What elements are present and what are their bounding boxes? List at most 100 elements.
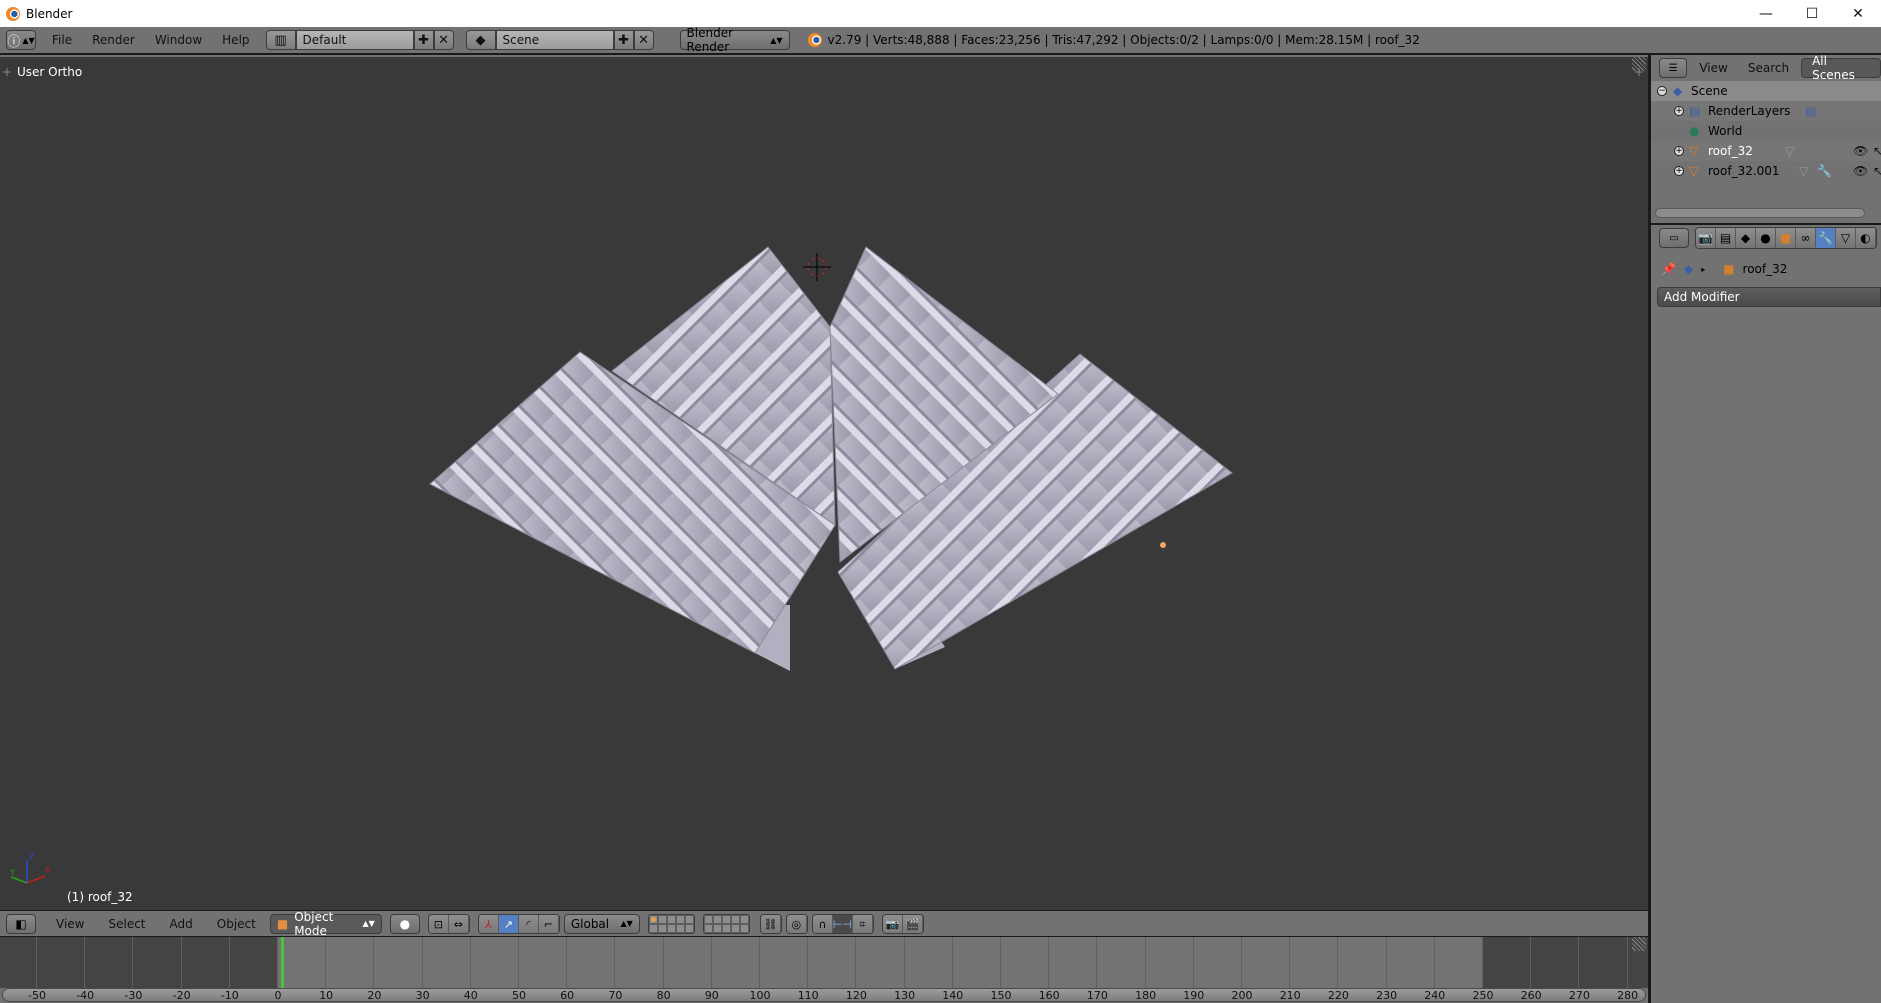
tab-scene[interactable]: ◆ — [1736, 228, 1756, 248]
outliner-item-world[interactable]: ● World — [1651, 121, 1881, 141]
scene-field[interactable]: Scene — [495, 30, 614, 50]
stats-text: v2.79 | Verts:48,888 | Faces:23,256 | Tr… — [827, 33, 1420, 47]
timeline[interactable]: -50 -40 -30 -20 -10 0 10 20 30 40 50 60 70 80 90 100 110… — [0, 936, 1648, 1003]
proportional-edit-icon[interactable]: ◎ — [786, 914, 807, 933]
outliner-item-roof-32-001[interactable]: + ▽ roof_32.001 ▽ 🔧 👁 ↖ — [1651, 161, 1881, 181]
properties-editor: ▭ 📷 ▤ ◆ ● ■ ∞ 🔧 ▽ ◐ 📌 ◆ ▸ ■ roof_32 Add … — [1651, 225, 1881, 1003]
info-icon: ⓘ — [7, 34, 21, 50]
transform-orientation-dropdown[interactable]: Global ▲▼ — [563, 913, 640, 934]
add-scene-button[interactable]: ✚ — [613, 30, 634, 50]
opengl-animation-icon[interactable]: 🎬 — [902, 914, 923, 933]
expand-icon[interactable]: + — [1674, 146, 1684, 156]
area-split-handle[interactable] — [1632, 937, 1646, 951]
rotate-manipulator-icon[interactable]: ◜ — [518, 914, 539, 933]
screen-layout-field[interactable]: Default — [295, 30, 414, 50]
menu-render[interactable]: Render — [82, 33, 145, 47]
add-screen-button[interactable]: ✚ — [413, 30, 434, 50]
transform-orientation-label: Global — [570, 916, 610, 931]
y-axis-label: Y — [9, 868, 15, 877]
tab-object[interactable]: ■ — [1776, 228, 1796, 248]
close-button[interactable]: ✕ — [1835, 0, 1881, 27]
menu-file[interactable]: File — [42, 33, 82, 47]
maximize-button[interactable]: ☐ — [1789, 0, 1835, 27]
mode-dropdown[interactable]: ■ Object Mode ▲▼ — [269, 910, 382, 938]
visibility-eye-icon[interactable]: 👁 — [1853, 164, 1868, 178]
menu-add[interactable]: Add — [160, 917, 203, 931]
timeline-gridline — [1096, 937, 1098, 988]
visibility-eye-icon[interactable]: 👁 — [1853, 144, 1868, 158]
tab-data[interactable]: ▽ — [1836, 228, 1856, 248]
current-frame-cursor[interactable] — [280, 937, 284, 988]
editor-type-button[interactable]: ⓘ ▲▼ — [6, 30, 36, 50]
timeline-tick-label: 140 — [942, 989, 964, 1002]
collapse-icon[interactable]: − — [1657, 86, 1667, 96]
layers-group-1[interactable] — [647, 913, 695, 934]
pivot-point-icon[interactable]: ⊡ — [428, 914, 449, 933]
timeline-gridline — [132, 937, 134, 988]
render-layer-icon: ▤ — [1805, 104, 1817, 118]
outliner-header: ☰ View Search All Scenes — [1651, 54, 1881, 82]
pin-icon[interactable]: 📌 — [1661, 262, 1676, 276]
outliner-menu-search[interactable]: Search — [1740, 61, 1797, 75]
timeline-gridline — [614, 937, 616, 988]
expand-icon[interactable]: + — [1674, 166, 1684, 176]
timeline-frame-ruler[interactable]: -50 -40 -30 -20 -10 0 10 20 30 40 50 60 70 80 90 100 110… — [2, 988, 1646, 1002]
scene-stats: v2.79 | Verts:48,888 | Faces:23,256 | Tr… — [807, 33, 1420, 47]
menu-view[interactable]: View — [46, 917, 94, 931]
snap-magnet-icon[interactable]: ∩ — [812, 914, 833, 933]
selectable-cursor-icon[interactable]: ↖ — [1873, 164, 1881, 178]
render-group: 📷 🎬 — [881, 913, 924, 934]
scene-icon[interactable]: ◆ — [465, 30, 496, 50]
outliner-item-renderlayers[interactable]: + ▤ RenderLayers ▤ — [1651, 101, 1881, 121]
minimize-button[interactable]: — — [1743, 0, 1789, 27]
outliner-item-roof-32[interactable]: + ▽ roof_32 ▽ 👁 ↖ — [1651, 141, 1881, 161]
opengl-render-icon[interactable]: 📷 — [882, 914, 903, 933]
tab-render-layers[interactable]: ▤ — [1716, 228, 1736, 248]
outliner-editor-type[interactable]: ☰ — [1659, 58, 1688, 78]
timeline-before-start — [0, 937, 277, 988]
lock-icon[interactable]: ⛓ — [760, 914, 781, 933]
screen-layout-icon[interactable]: ▥ — [265, 30, 296, 50]
properties-editor-type[interactable]: ▭ — [1659, 228, 1689, 248]
snap-element-icon[interactable]: ⊢⊣ — [833, 914, 853, 933]
tab-modifiers[interactable]: 🔧 — [1816, 228, 1836, 248]
tab-material[interactable]: ◐ — [1856, 228, 1876, 248]
outliner-menu-view[interactable]: View — [1691, 61, 1735, 75]
timeline-area[interactable] — [0, 937, 1648, 988]
add-modifier-button[interactable]: Add Modifier — [1657, 287, 1881, 307]
outliner-item-label: World — [1708, 124, 1743, 138]
translate-manipulator-icon[interactable]: ↗ — [498, 914, 519, 933]
manipulator-toggle-icon[interactable]: ⅄ — [478, 914, 499, 933]
outliner-display-mode[interactable]: All Scenes — [1801, 54, 1881, 82]
snap-target-icon[interactable]: ⌗ — [852, 914, 873, 933]
pivot-group: ⊡ ⇔ — [427, 913, 470, 934]
menu-help[interactable]: Help — [212, 33, 259, 47]
solid-shading-icon: ● — [399, 916, 411, 931]
timeline-tick-label: -10 — [220, 989, 239, 1002]
tab-constraints[interactable]: ∞ — [1796, 228, 1816, 248]
menu-window[interactable]: Window — [145, 33, 212, 47]
timeline-tick-label: -30 — [124, 989, 143, 1002]
timeline-gridline — [325, 937, 327, 988]
manipulate-centers-icon[interactable]: ⇔ — [448, 914, 469, 933]
expand-icon[interactable]: + — [1674, 106, 1684, 116]
timeline-tick-label: 160 — [1038, 989, 1060, 1002]
scale-manipulator-icon[interactable]: ⌐ — [538, 914, 559, 933]
delete-scene-button[interactable]: ✕ — [633, 30, 654, 50]
roof-model[interactable] — [0, 57, 1648, 910]
menu-select[interactable]: Select — [98, 917, 155, 931]
layers-group-2[interactable] — [702, 913, 750, 934]
tab-world[interactable]: ● — [1756, 228, 1776, 248]
outliner-item-scene[interactable]: − ◆ Scene — [1651, 81, 1881, 101]
viewport-editor-type[interactable]: ◧ — [6, 913, 36, 934]
tab-render[interactable]: 📷 — [1696, 228, 1716, 248]
selectable-cursor-icon[interactable]: ↖ — [1873, 144, 1881, 158]
outliner-scrollbar[interactable] — [1655, 208, 1865, 218]
3d-viewport[interactable]: User Ortho + + Z X Y (1) roof_32 — [0, 57, 1648, 910]
menu-object[interactable]: Object — [207, 917, 266, 931]
delete-screen-button[interactable]: ✕ — [433, 30, 454, 50]
viewport-shading-dropdown[interactable]: ● — [389, 913, 420, 934]
render-engine-dropdown[interactable]: Blender Render ▲▼ — [679, 26, 790, 54]
timeline-gridline — [1385, 937, 1387, 988]
render-engine-label: Blender Render — [686, 26, 734, 54]
